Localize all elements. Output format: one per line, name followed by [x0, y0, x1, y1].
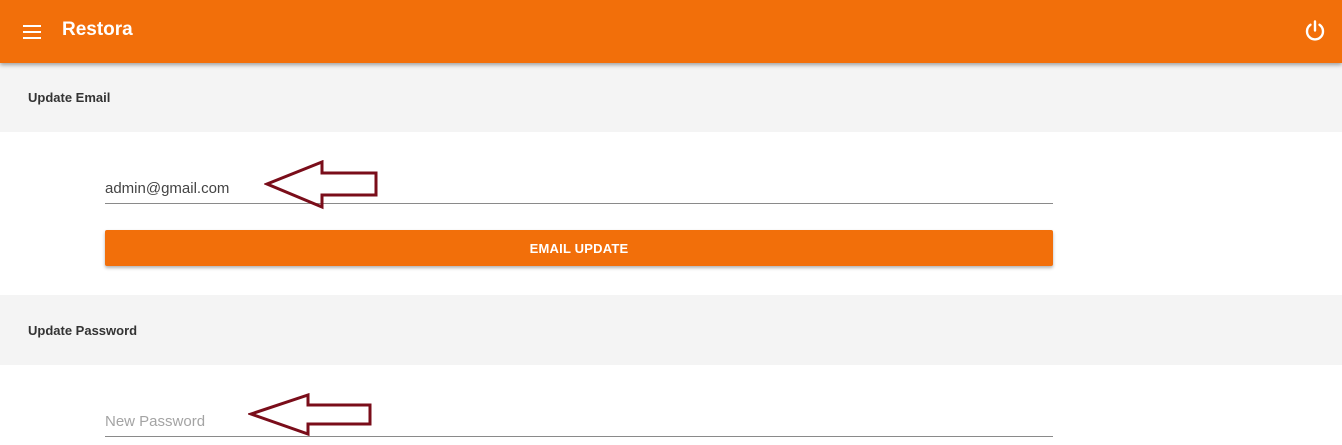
app-title: Restora — [62, 19, 133, 40]
new-password-field[interactable] — [105, 407, 1053, 437]
email-update-button[interactable]: EMAIL UPDATE — [105, 230, 1053, 266]
menu-icon[interactable] — [20, 20, 46, 44]
update-password-title: Update Password — [28, 323, 138, 338]
update-password-header: Update Password — [0, 295, 1342, 365]
top-app-bar: Restora — [0, 0, 1342, 63]
update-email-title: Update Email — [28, 90, 111, 105]
email-field[interactable] — [105, 174, 1053, 204]
power-icon[interactable] — [1302, 18, 1328, 44]
update-email-header: Update Email — [0, 63, 1342, 132]
